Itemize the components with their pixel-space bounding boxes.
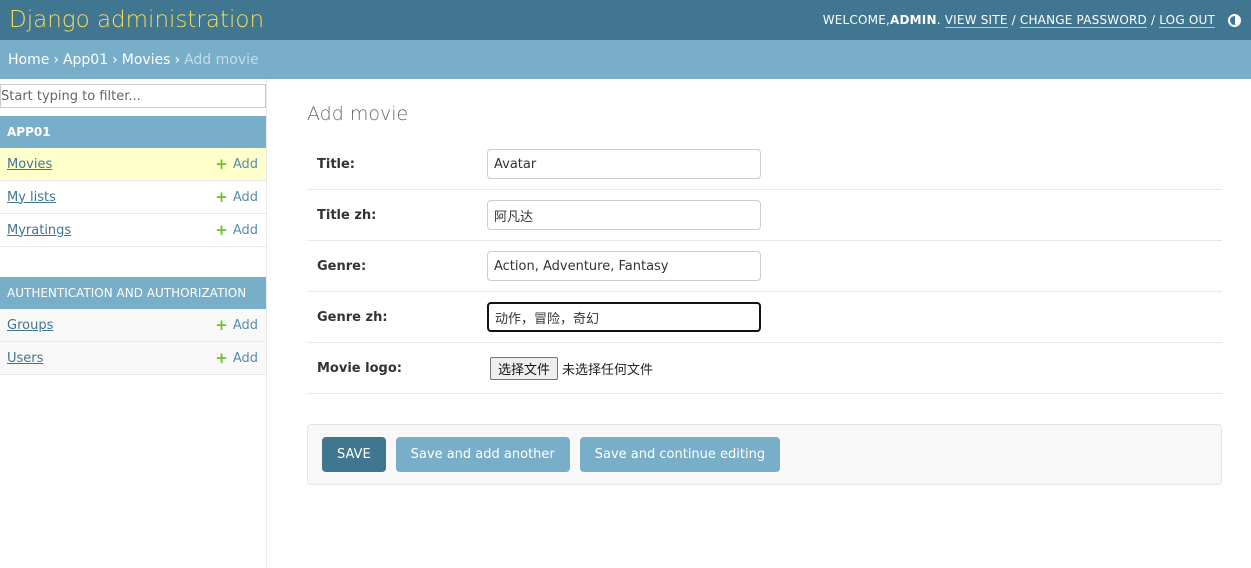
add-label: Add — [232, 350, 258, 366]
choose-file-button[interactable]: 选择文件 — [490, 356, 559, 380]
field-label: Title zh: — [317, 207, 377, 223]
field-row-title-zh: Title zh: — [307, 190, 1222, 241]
add-users-link[interactable]: + Add — [215, 348, 258, 367]
plus-icon: + — [215, 315, 228, 334]
breadcrumb: Home › App01 › Movies › Add movie — [0, 40, 1251, 79]
module-caption: AUTHENTICATION AND AUTHORIZATION — [0, 277, 266, 309]
breadcrumb-home[interactable]: Home — [8, 52, 49, 68]
separator: / — [1150, 13, 1156, 27]
breadcrumb-arrow: › — [174, 51, 181, 68]
field-row-title: Title: — [307, 139, 1222, 190]
breadcrumb-arrow: › — [112, 51, 118, 68]
plus-icon: + — [215, 348, 228, 367]
nav-sidebar: APP01 Movies +Add My lists +Add Myrating… — [0, 79, 267, 568]
field-label: Genre zh: — [317, 309, 388, 325]
sidebar-item-my-lists: My lists + Add — [0, 181, 266, 214]
sidebar-item-groups: Groups + Add — [0, 309, 266, 342]
plus-icon: + — [215, 220, 228, 239]
add-label: Add — [232, 317, 258, 333]
username: ADMIN — [890, 13, 937, 27]
separator: / — [1011, 13, 1016, 27]
field-label: Movie logo: — [317, 360, 402, 376]
add-my-lists-link[interactable]: + Add — [215, 187, 258, 206]
user-tools: WELCOME, ADMIN. VIEW SITE / CHANGE PASSW… — [823, 13, 1241, 28]
sidebar-item-label[interactable]: My lists — [7, 190, 56, 205]
add-myratings-link[interactable]: + Add — [215, 220, 258, 239]
module-auth: AUTHENTICATION AND AUTHORIZATION Groups … — [0, 277, 266, 375]
title-input[interactable] — [487, 149, 761, 179]
sidebar-item-label[interactable]: Users — [7, 351, 43, 366]
file-status-text: 未选择任何文件 — [562, 362, 654, 378]
change-password-link[interactable]: CHANGE PASSWORD — [1019, 13, 1147, 28]
plus-icon: + — [215, 154, 228, 173]
breadcrumb-arrow: › — [53, 51, 59, 68]
add-movies-link[interactable]: + Add — [215, 154, 258, 173]
page-title: Add movie — [307, 103, 409, 125]
add-label: Add — [232, 222, 258, 238]
add-label: Add — [232, 156, 258, 172]
save-button[interactable]: SAVE — [322, 437, 386, 472]
genre-input[interactable] — [487, 251, 761, 281]
field-row-genre: Genre: — [307, 241, 1222, 292]
sidebar-item-myratings: Myratings + Add — [0, 214, 266, 247]
sidebar-item-movies: Movies + Add — [0, 148, 266, 181]
welcome-text: WELCOME, — [822, 13, 890, 27]
add-groups-link[interactable]: + Add — [215, 315, 258, 334]
genre-zh-input[interactable] — [487, 302, 761, 332]
add-label: Add — [232, 189, 258, 205]
sidebar-item-label[interactable]: Myratings — [7, 223, 71, 238]
submit-row: SAVE Save and add another Save and conti… — [307, 424, 1222, 485]
sidebar-item-users: Users + Add — [0, 342, 266, 375]
nav-filter-input[interactable] — [1, 85, 265, 107]
field-label: Title: — [317, 156, 356, 172]
site-header: Django administration WELCOME, ADMIN. VI… — [0, 0, 1251, 40]
save-and-add-another-button[interactable]: Save and add another — [395, 437, 570, 472]
module-app01-link[interactable]: APP01 — [7, 125, 51, 139]
title-zh-input[interactable] — [487, 200, 761, 230]
breadcrumb-app[interactable]: App01 — [63, 52, 108, 68]
breadcrumb-current: Add movie — [184, 51, 259, 68]
sidebar-item-label[interactable]: Movies — [7, 157, 52, 172]
theme-toggle-icon[interactable] — [1228, 13, 1241, 27]
module-app01: APP01 Movies + Add My lists + Add Myrating… — [0, 116, 266, 247]
field-label: Genre: — [317, 258, 367, 274]
nav-filter — [0, 84, 266, 108]
plus-icon: + — [215, 187, 228, 206]
view-site-link[interactable]: VIEW SITE — [944, 13, 1008, 28]
sidebar-item-label[interactable]: Groups — [7, 318, 53, 333]
save-and-continue-button[interactable]: Save and continue editing — [579, 437, 781, 472]
breadcrumb-model[interactable]: Movies — [122, 52, 171, 68]
field-row-genre-zh: Genre zh: — [307, 292, 1222, 343]
log-out-link[interactable]: LOG OUT — [1159, 13, 1215, 28]
module-auth-link[interactable]: AUTHENTICATION AND AUTHORIZATION — [7, 286, 246, 300]
site-brand[interactable]: Django administration — [9, 7, 264, 33]
module-caption: APP01 — [0, 116, 266, 148]
main-content: Add movie Title: Title zh: Genre: Genre … — [267, 79, 1251, 568]
field-row-movie-logo: Movie logo: 选择文件 未选择任何文件 — [307, 343, 1222, 394]
